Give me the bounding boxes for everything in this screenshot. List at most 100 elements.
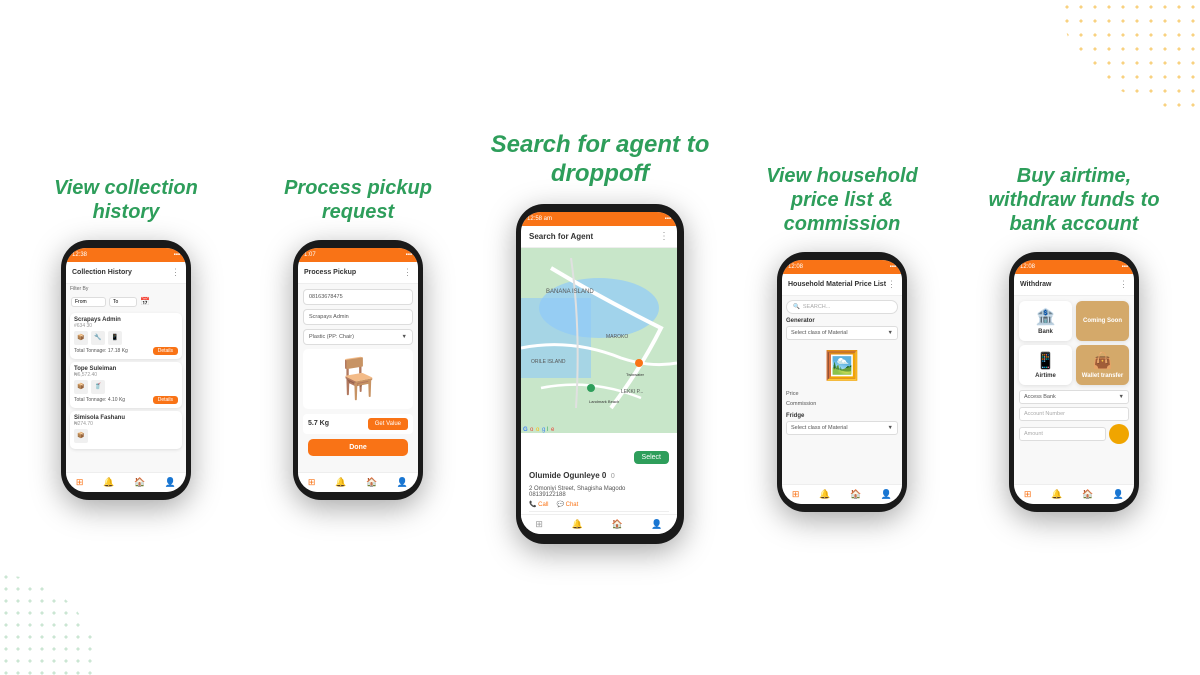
- feature-buy-airtime: Buy airtime, withdraw funds to bank acco…: [974, 164, 1174, 512]
- airtime-card[interactable]: 📱 Airtime: [1019, 345, 1072, 385]
- nav-bell-icon-2[interactable]: 🔔: [335, 477, 346, 488]
- nav-home-icon-2[interactable]: 🏠: [366, 477, 377, 488]
- card-items-2: 📦 🥤: [74, 380, 178, 394]
- material-select[interactable]: Plastic (PP: Chair) ▼: [303, 329, 413, 345]
- nav-person-icon[interactable]: 👤: [165, 477, 176, 488]
- pickup-phone-input[interactable]: 08163678475: [303, 289, 413, 305]
- item-box: 🔧: [91, 331, 105, 345]
- nav-person-icon-3[interactable]: 👤: [651, 519, 662, 530]
- category-fridge: Fridge Select class of Material ▼: [782, 413, 902, 438]
- card-id-2: ₦6,572.40: [74, 372, 178, 378]
- feature-title-1: View collection history: [26, 176, 226, 224]
- screen1-header: Collection History ⋮: [66, 262, 186, 284]
- pickup-form: 08163678475 Scrapays Admin Plastic (PP: …: [298, 284, 418, 461]
- svg-text:MAROKO: MAROKO: [606, 334, 628, 340]
- nav-grid-icon-2[interactable]: ⊞: [308, 477, 316, 488]
- fridge-select[interactable]: Select class of Material ▼: [786, 421, 898, 435]
- filter-label: Filter By: [66, 284, 186, 294]
- nav-person-icon-4[interactable]: 👤: [881, 489, 892, 500]
- weight-value: 5.7 Kg: [308, 420, 329, 427]
- details-btn-1[interactable]: Details: [153, 347, 178, 355]
- feature-process-pickup: Process pickup request 1:07 ▪▪▪ Process …: [258, 176, 458, 500]
- card-items-1: 📦 🔧 📱: [74, 331, 178, 345]
- call-button[interactable]: 📞 Call: [529, 501, 548, 508]
- nav-home-icon[interactable]: 🏠: [134, 477, 145, 488]
- svg-text:g: g: [542, 427, 545, 433]
- get-value-button[interactable]: Get Value: [368, 418, 408, 430]
- screen3-title: Search for Agent: [529, 232, 593, 241]
- svg-text:ORILE ISLAND: ORILE ISLAND: [531, 359, 566, 365]
- screen2-title: Process Pickup: [304, 269, 356, 276]
- card-details-2: Total Tonnage: 4.10 Kg Details: [74, 396, 178, 404]
- amount-row: Amount: [1019, 424, 1129, 444]
- pickup-agent-input[interactable]: Scrapays Admin: [303, 309, 413, 325]
- search-icon: 🔍: [793, 304, 800, 310]
- bottom-nav-3: ⊞ 🔔 🏠 👤: [521, 514, 677, 534]
- bank-select[interactable]: Access Bank ▼: [1019, 390, 1129, 404]
- card-id-3: ₦274.70: [74, 421, 178, 427]
- item-box: 📦: [74, 331, 88, 345]
- phone-notch-4: [822, 252, 862, 260]
- nav-home-icon-3[interactable]: 🏠: [611, 519, 622, 530]
- amount-input[interactable]: Amount: [1019, 427, 1106, 441]
- coming-soon-label: Coming Soon: [1083, 318, 1122, 324]
- nav-person-icon-2[interactable]: 👤: [397, 477, 408, 488]
- bottom-nav-4: ⊞ 🔔 🏠 👤: [782, 484, 902, 504]
- agent-phone: 08139122188: [529, 492, 669, 498]
- nav-bell-icon-5[interactable]: 🔔: [1051, 489, 1062, 500]
- nav-home-icon-4[interactable]: 🏠: [850, 489, 861, 500]
- feature-title-4: View household price list & commission: [742, 164, 942, 236]
- phone-4: 12:08 ▪▪▪ Household Material Price List …: [777, 252, 907, 512]
- nav-grid-icon-5[interactable]: ⊞: [1024, 489, 1032, 500]
- bottom-nav-5: ⊞ 🔔 🏠 👤: [1014, 484, 1134, 504]
- phone-2: 1:07 ▪▪▪ Process Pickup ⋮ 08163678475 Sc…: [293, 240, 423, 500]
- chat-button[interactable]: 💬 Chat: [556, 501, 578, 508]
- nav-person-icon-5[interactable]: 👤: [1113, 489, 1124, 500]
- screen-withdraw: 12:08 ▪▪▪ Withdraw ⋮ 🏦 Bank Coming Soon: [1014, 260, 1134, 504]
- airtime-label: Airtime: [1035, 373, 1056, 379]
- done-button[interactable]: Done: [308, 439, 408, 456]
- wallet-card[interactable]: 👜 Wallet transfer: [1076, 345, 1129, 385]
- search-bar[interactable]: 🔍 SEARCH...: [786, 300, 898, 314]
- svg-text:G: G: [523, 427, 528, 433]
- nav-bell-icon-3[interactable]: 🔔: [572, 519, 583, 530]
- category-generator: Generator Select class of Material ▼: [782, 318, 902, 343]
- nav-bell-icon[interactable]: 🔔: [103, 477, 114, 488]
- collection-card-3: Simisola Fashanu ₦274.70 📦: [70, 411, 182, 449]
- item-box: 📦: [74, 429, 88, 443]
- generator-select[interactable]: Select class of Material ▼: [786, 326, 898, 340]
- status-bar-1: 12:38 ▪▪▪: [66, 248, 186, 262]
- coming-soon-card: Coming Soon: [1076, 301, 1129, 341]
- phone-1: 12:38 ▪▪▪ Collection History ⋮ Filter By…: [61, 240, 191, 500]
- filter-to[interactable]: To: [109, 297, 137, 307]
- bank-label: Bank: [1038, 329, 1053, 335]
- screen-process-pickup: 1:07 ▪▪▪ Process Pickup ⋮ 08163678475 Sc…: [298, 248, 418, 492]
- screen5-title: Withdraw: [1020, 281, 1051, 288]
- card-id-1: #634 30: [74, 323, 178, 329]
- screen-collection-history: 12:38 ▪▪▪ Collection History ⋮ Filter By…: [66, 248, 186, 492]
- calendar-icon[interactable]: 📅: [140, 297, 150, 306]
- main-container: View collection history 12:38 ▪▪▪ Collec…: [0, 0, 1200, 675]
- nav-grid-icon-4[interactable]: ⊞: [792, 489, 800, 500]
- bank-card[interactable]: 🏦 Bank: [1019, 301, 1072, 341]
- svg-text:LEKKI P...: LEKKI P...: [621, 389, 643, 395]
- nav-grid-icon-3[interactable]: ⊞: [535, 519, 543, 530]
- phone-notch-1: [106, 240, 146, 248]
- amount-badge: [1109, 424, 1129, 444]
- details-btn-2[interactable]: Details: [153, 396, 178, 404]
- bank-icon: 🏦: [1036, 307, 1056, 327]
- chair-image: 🪑: [303, 349, 413, 409]
- filter-from[interactable]: From: [71, 297, 106, 307]
- screen-household-price: 12:08 ▪▪▪ Household Material Price List …: [782, 260, 902, 504]
- nav-grid-icon[interactable]: ⊞: [76, 477, 84, 488]
- airtime-icon: 📱: [1036, 351, 1056, 371]
- select-agent-button[interactable]: Select: [634, 451, 669, 464]
- bank-form: Access Bank ▼ Account Number Amount: [1014, 390, 1134, 444]
- nav-home-icon-5[interactable]: 🏠: [1082, 489, 1093, 500]
- bottom-nav-1: ⊞ 🔔 🏠 👤: [66, 472, 186, 492]
- nav-bell-icon-4[interactable]: 🔔: [819, 489, 830, 500]
- account-number-input[interactable]: Account Number: [1019, 407, 1129, 421]
- map-area: BANANA ISLAND MAROKO LEKKI P... ORILE IS…: [521, 248, 677, 433]
- status-bar-5: 12:08 ▪▪▪: [1014, 260, 1134, 274]
- collection-card-2: Tope Suleiman ₦6,572.40 📦 🥤 Total Tonnag…: [70, 362, 182, 408]
